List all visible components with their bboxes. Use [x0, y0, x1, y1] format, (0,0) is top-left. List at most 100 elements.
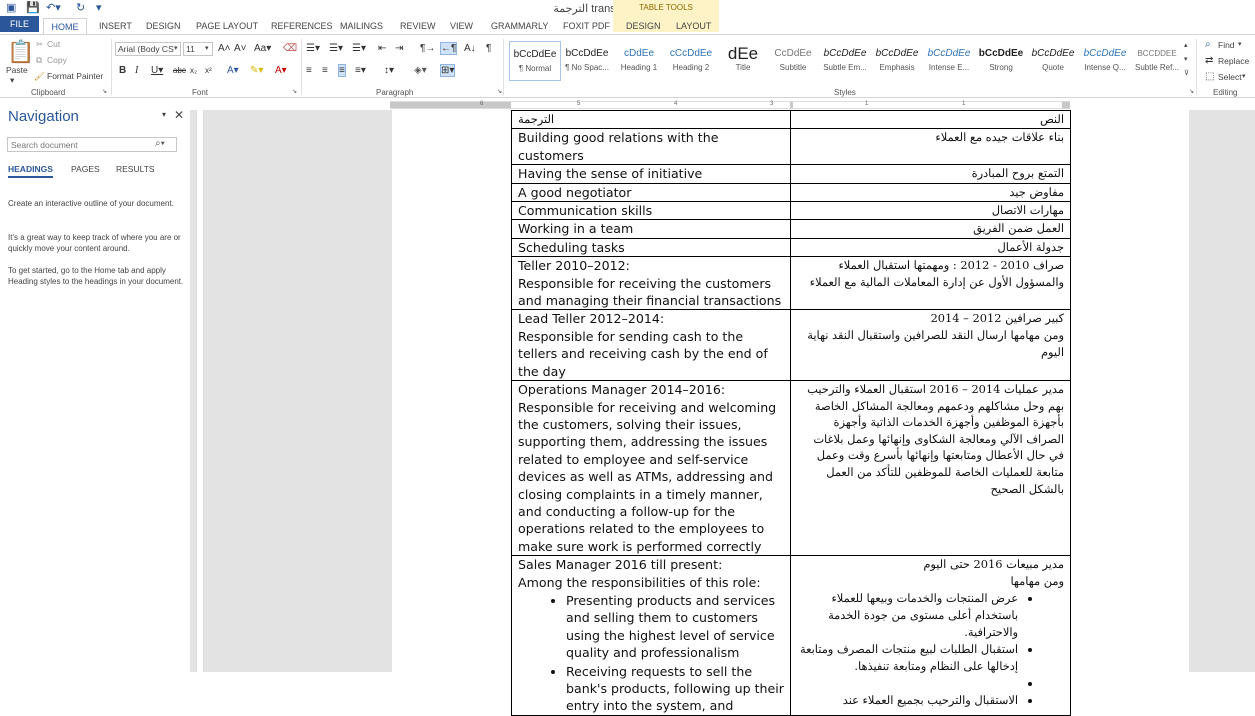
tab-results[interactable]: RESULTS [116, 164, 155, 174]
align-right-icon[interactable]: ≡ [338, 64, 346, 77]
tab-pages[interactable]: PAGES [71, 164, 100, 174]
english-cell[interactable]: Operations Manager 2014–2016: Responsible… [511, 380, 791, 557]
style-item[interactable]: dEe Title [717, 41, 769, 81]
underline-icon[interactable]: U▾ [151, 65, 163, 76]
paste-icon[interactable]: 📋 [7, 39, 34, 65]
vertical-ruler[interactable] [196, 110, 204, 672]
english-cell[interactable]: Working in a team [511, 219, 791, 239]
increase-indent-icon[interactable]: ⇥ [395, 43, 403, 54]
subscript-icon[interactable]: x₂ [190, 66, 197, 75]
tab-design[interactable]: DESIGN [146, 18, 181, 34]
arabic-cell[interactable]: مدير عمليات 2014 – 2016 استقبال العملاء … [790, 380, 1071, 557]
english-cell[interactable]: Having the sense of initiative [511, 164, 791, 184]
tab-table-layout[interactable]: LAYOUT [676, 18, 711, 34]
arabic-cell[interactable]: صراف 2010 - 2012 : ومهمتها استقبال العمل… [790, 256, 1071, 311]
line-spacing-icon[interactable]: ↕▾ [384, 65, 394, 76]
show-formatting-marks-icon[interactable]: ¶ [486, 43, 491, 54]
align-center-icon[interactable]: ≡ [322, 65, 328, 76]
english-cell[interactable]: Scheduling tasks [511, 237, 791, 258]
arabic-cell[interactable]: مفاوض جيد [790, 182, 1071, 203]
nav-options-icon[interactable]: ▾ [162, 110, 166, 119]
replace-icon[interactable]: ⇄ [1205, 55, 1213, 66]
tab-references[interactable]: REFERENCES [271, 18, 333, 34]
style-item[interactable]: bCcDdEe ¶ Normal [509, 41, 561, 81]
font-size-dropdown-icon[interactable]: ▾ [205, 44, 209, 52]
justify-icon[interactable]: ≡▾ [355, 65, 366, 76]
tab-home[interactable]: HOME [43, 18, 87, 34]
sort-icon[interactable]: A↓ [464, 43, 476, 54]
tab-foxit-pdf[interactable]: FOXIT PDF [563, 18, 610, 34]
search-icon[interactable]: ⌕▾ [155, 138, 165, 149]
align-left-icon[interactable]: ≡ [306, 65, 312, 76]
english-cell[interactable]: Building good relations with the custome… [511, 128, 791, 166]
english-cell[interactable]: Sales Manager 2016 till present: Among th… [511, 555, 791, 716]
ltr-direction-icon[interactable]: ¶→ [420, 43, 435, 54]
decrease-indent-icon[interactable]: ⇤ [378, 43, 386, 54]
change-case-icon[interactable]: Aa▾ [254, 43, 271, 54]
borders-icon[interactable]: ⊞▾ [440, 64, 456, 77]
cut-button[interactable]: Cut [47, 39, 60, 49]
style-item[interactable]: bCcDdEe Intense Q... [1079, 41, 1131, 81]
font-name-box[interactable]: Arial (Body CS [115, 42, 181, 56]
bold-icon[interactable]: B [119, 65, 126, 76]
find-button[interactable]: Find [1218, 40, 1235, 50]
tab-review[interactable]: REVIEW [400, 18, 436, 34]
arabic-cell[interactable]: مهارات الاتصال [790, 201, 1071, 221]
styles-scroll-down-icon[interactable]: ▾ [1184, 55, 1188, 63]
style-item[interactable]: BCCDDEE Subtle Ref... [1131, 41, 1183, 81]
horizontal-ruler[interactable]: 6 5 4 3 1 1 1 [390, 101, 1070, 109]
copy-button[interactable]: Copy [47, 55, 67, 65]
english-cell[interactable]: Teller 2010–2012: Responsible for receivi… [511, 256, 791, 311]
select-icon[interactable]: ⬚ [1205, 71, 1214, 82]
style-item[interactable]: CcDdEe Subtitle [767, 41, 819, 81]
style-item[interactable]: bCcDdEe ¶ No Spac... [561, 41, 613, 81]
english-cell[interactable]: Communication skills [511, 201, 791, 221]
styles-launcher-icon[interactable]: ↘ [1189, 88, 1194, 95]
arabic-cell[interactable]: مدير مبيعات 2016 حتى اليومومن مهامها عرض … [790, 555, 1071, 716]
style-item[interactable]: bCcDdEe Strong [975, 41, 1027, 81]
style-item[interactable]: cDdEe Heading 1 [613, 41, 665, 81]
bullets-icon[interactable]: ☰▾ [306, 43, 320, 54]
arabic-cell[interactable]: بناء علاقات جيده مع العملاء [790, 128, 1071, 166]
numbering-icon[interactable]: ☰▾ [329, 43, 343, 54]
font-color-icon[interactable]: A▾ [275, 65, 287, 76]
arabic-cell[interactable]: العمل ضمن الفريق [790, 219, 1071, 239]
tab-grammarly[interactable]: GRAMMARLY [491, 18, 548, 34]
tab-table-design[interactable]: DESIGN [626, 18, 661, 34]
grow-font-icon[interactable]: A˄ [218, 43, 231, 54]
style-item[interactable]: bCcDdEe Emphasis [871, 41, 923, 81]
text-effects-icon[interactable]: A▾ [227, 65, 239, 76]
tab-page-layout[interactable]: PAGE LAYOUT [196, 18, 258, 34]
clipboard-launcher-icon[interactable]: ↘ [102, 88, 107, 95]
styles-scroll-up-icon[interactable]: ▴ [1184, 41, 1188, 49]
style-item[interactable]: cCcDdEe Heading 2 [665, 41, 717, 81]
tab-view[interactable]: VIEW [450, 18, 473, 34]
tab-file[interactable]: FILE [0, 16, 39, 32]
tab-headings[interactable]: HEADINGS [8, 164, 53, 178]
paragraph-launcher-icon[interactable]: ↘ [497, 88, 502, 95]
style-item[interactable]: bCcDdEe Subtle Em... [819, 41, 871, 81]
paste-button[interactable]: Paste [6, 65, 28, 75]
superscript-icon[interactable]: x² [205, 66, 212, 75]
arabic-cell[interactable]: النص [790, 109, 1071, 130]
styles-more-icon[interactable]: ⊽ [1184, 69, 1189, 77]
font-launcher-icon[interactable]: ↘ [292, 88, 297, 95]
multilevel-list-icon[interactable]: ☰▾ [352, 43, 366, 54]
shading-icon[interactable]: ◈▾ [414, 65, 427, 76]
search-input[interactable]: Search document [7, 137, 177, 152]
select-dropdown-icon[interactable]: ▾ [1242, 72, 1246, 80]
close-icon[interactable]: ✕ [174, 108, 184, 122]
format-painter-button[interactable]: Format Painter [47, 71, 103, 81]
arabic-cell[interactable]: كبير صرافين 2012 – 2014 ومن مهامها ارسال … [790, 309, 1071, 382]
tab-mailings[interactable]: MAILINGS [340, 18, 383, 34]
strikethrough-icon[interactable]: abc [173, 66, 186, 75]
style-item[interactable]: bCcDdEe Intense E... [923, 41, 975, 81]
paste-dropdown-icon[interactable]: ▾ [10, 75, 14, 86]
highlight-icon[interactable]: ✎▾ [250, 65, 263, 76]
rtl-direction-icon[interactable]: ←¶ [440, 42, 458, 55]
clear-formatting-icon[interactable]: ⌫ [283, 43, 297, 54]
italic-icon[interactable]: I [135, 65, 138, 76]
english-cell[interactable]: Lead Teller 2012–2014: Responsible for se… [511, 309, 791, 382]
translation-table[interactable]: الترجمة النص Building good relations with … [511, 109, 1071, 716]
shrink-font-icon[interactable]: A˅ [234, 43, 247, 54]
